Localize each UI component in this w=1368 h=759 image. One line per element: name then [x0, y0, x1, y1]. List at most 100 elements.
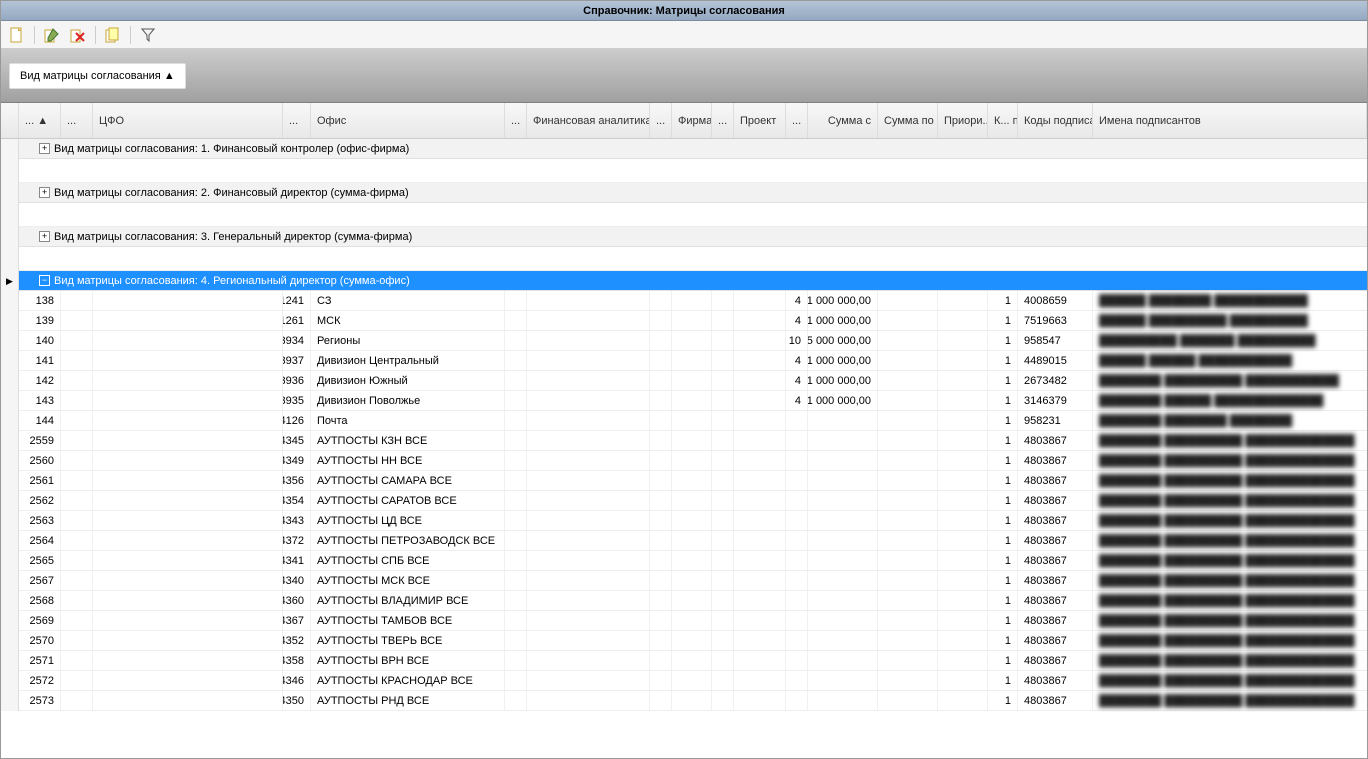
group-by-panel[interactable]: Вид матрицы согласования ▲ — [1, 49, 1367, 103]
group-row[interactable]: +Вид матрицы согласования: 3. Генеральны… — [19, 227, 1367, 247]
table-row[interactable]: 1381241СЗ41 000 000,0014008659██████ ███… — [1, 291, 1367, 311]
table-row[interactable]: 1433935Дивизион Поволжье41 000 000,00131… — [1, 391, 1367, 411]
cell-name: ████████ ██████████ ██████████████ — [1093, 651, 1367, 670]
cell-dots5 — [712, 311, 734, 330]
cell-sumpo — [878, 471, 938, 490]
cell-dots6 — [786, 411, 808, 430]
row-indicator — [1, 183, 19, 203]
header-id[interactable]: ... ▲ — [19, 103, 61, 138]
cell-dots5 — [712, 471, 734, 490]
table-row[interactable]: 1391261МСК41 000 000,0017519663██████ ██… — [1, 311, 1367, 331]
cell-dots4 — [650, 311, 672, 330]
cell-priority — [938, 451, 988, 470]
cell-dots4 — [650, 371, 672, 390]
table-row[interactable]: 1413937Дивизион Центральный41 000 000,00… — [1, 351, 1367, 371]
row-indicator — [1, 651, 19, 671]
cell-dots1 — [61, 371, 93, 390]
cell-project — [734, 611, 786, 630]
cell-dots4 — [650, 391, 672, 410]
table-row[interactable]: 25714358АУТПОСТЫ ВРН ВСЕ14803867████████… — [1, 651, 1367, 671]
table-row[interactable]: 25604349АУТПОСТЫ НН ВСЕ14803867████████ … — [1, 451, 1367, 471]
cell-firma — [672, 371, 712, 390]
table-row[interactable]: 25644372АУТПОСТЫ ПЕТРОЗАВОДСК ВСЕ1480386… — [1, 531, 1367, 551]
cell-kody: 4803867 — [1018, 691, 1093, 710]
cell-sumpo — [878, 591, 938, 610]
expand-icon[interactable]: + — [39, 187, 50, 198]
group-by-chip[interactable]: Вид матрицы согласования ▲ — [9, 63, 186, 89]
header-project[interactable]: Проект — [734, 103, 786, 138]
edit-button[interactable] — [40, 24, 64, 46]
table-row[interactable]: 1423936Дивизион Южный41 000 000,00126734… — [1, 371, 1367, 391]
header-dots2[interactable]: ... — [283, 103, 311, 138]
table-row[interactable]: 25654341АУТПОСТЫ СПБ ВСЕ14803867████████… — [1, 551, 1367, 571]
table-row[interactable]: 25734350АУТПОСТЫ РНД ВСЕ14803867████████… — [1, 691, 1367, 711]
header-kody[interactable]: Коды подписантов — [1018, 103, 1093, 138]
cell-dots6: 4 — [786, 351, 808, 370]
table-row[interactable]: 25624354АУТПОСТЫ САРАТОВ ВСЕ14803867████… — [1, 491, 1367, 511]
cell-sumpo — [878, 551, 938, 570]
table-row[interactable]: 25724346АУТПОСТЫ КРАСНОДАР ВСЕ14803867██… — [1, 671, 1367, 691]
collapse-icon[interactable]: − — [39, 275, 50, 286]
cell-kody: 4803867 — [1018, 591, 1093, 610]
table-row[interactable]: 25684360АУТПОСТЫ ВЛАДИМИР ВСЕ14803867███… — [1, 591, 1367, 611]
header-sumpo[interactable]: Сумма по — [878, 103, 938, 138]
cell-cfo — [93, 291, 283, 310]
row-indicator — [1, 227, 19, 247]
cell-firma — [672, 511, 712, 530]
table-row[interactable]: 25704352АУТПОСТЫ ТВЕРЬ ВСЕ14803867██████… — [1, 631, 1367, 651]
header-priority[interactable]: Приори... — [938, 103, 988, 138]
cell-kody: 4803867 — [1018, 571, 1093, 590]
cell-firma — [672, 351, 712, 370]
table-row[interactable]: 25674340АУТПОСТЫ МСК ВСЕ14803867████████… — [1, 571, 1367, 591]
header-office[interactable]: Офис — [311, 103, 505, 138]
new-button[interactable] — [5, 24, 29, 46]
expand-icon[interactable]: + — [39, 231, 50, 242]
delete-button[interactable] — [66, 24, 90, 46]
cell-priority — [938, 391, 988, 410]
cell-dots6 — [786, 591, 808, 610]
group-row[interactable]: −Вид матрицы согласования: 4. Региональн… — [19, 271, 1367, 291]
table-row[interactable]: 25594345АУТПОСТЫ КЗН ВСЕ14803867████████… — [1, 431, 1367, 451]
cell-kp: 1 — [988, 331, 1018, 350]
copy-button[interactable] — [101, 24, 125, 46]
cell-sumc — [808, 631, 878, 650]
cell-dots3 — [505, 431, 527, 450]
cell-cfo — [93, 611, 283, 630]
data-grid[interactable]: ... ▲ ... ЦФО ... Офис ... Финансовая ан… — [1, 103, 1367, 758]
expand-icon[interactable]: + — [39, 143, 50, 154]
header-names[interactable]: Имена подписантов — [1093, 103, 1367, 138]
app-window: Справочник: Матрицы согласования Вид мат… — [0, 0, 1368, 759]
table-row[interactable]: 25694367АУТПОСТЫ ТАМБОВ ВСЕ14803867█████… — [1, 611, 1367, 631]
cell-sumpo — [878, 391, 938, 410]
cell-id: 2568 — [19, 591, 61, 610]
header-dots1[interactable]: ... — [61, 103, 93, 138]
cell-dots6: 4 — [786, 311, 808, 330]
header-sumc[interactable]: Сумма с — [808, 103, 878, 138]
table-row[interactable]: 1403934Регионы105 000 000,001958547█████… — [1, 331, 1367, 351]
filter-button[interactable] — [136, 24, 160, 46]
table-row[interactable]: 25634343АУТПОСТЫ ЦД ВСЕ14803867████████ … — [1, 511, 1367, 531]
header-dots4[interactable]: ... — [650, 103, 672, 138]
cell-kody: 4803867 — [1018, 491, 1093, 510]
cell-kp: 1 — [988, 671, 1018, 690]
header-cfo[interactable]: ЦФО — [93, 103, 283, 138]
header-finan[interactable]: Финансовая аналитика — [527, 103, 650, 138]
cell-office: АУТПОСТЫ ЦД ВСЕ — [311, 511, 505, 530]
cell-id: 2565 — [19, 551, 61, 570]
group-row[interactable]: +Вид матрицы согласования: 2. Финансовый… — [19, 183, 1367, 203]
cell-kp: 1 — [988, 371, 1018, 390]
header-dots6[interactable]: ... — [786, 103, 808, 138]
header-kp[interactable]: К... п... — [988, 103, 1018, 138]
cell-dots6 — [786, 431, 808, 450]
header-dots3[interactable]: ... — [505, 103, 527, 138]
table-row[interactable]: 25614356АУТПОСТЫ САМАРА ВСЕ14803867█████… — [1, 471, 1367, 491]
cell-kp: 1 — [988, 291, 1018, 310]
cell-priority — [938, 471, 988, 490]
cell-sumc: 5 000 000,00 — [808, 331, 878, 350]
table-row[interactable]: 1444126Почта1958231████████ ████████ ███… — [1, 411, 1367, 431]
group-row[interactable]: +Вид матрицы согласования: 1. Финансовый… — [19, 139, 1367, 159]
cell-firma — [672, 471, 712, 490]
header-dots5[interactable]: ... — [712, 103, 734, 138]
header-firma[interactable]: Фирма — [672, 103, 712, 138]
cell-office-code: 1261 — [283, 311, 311, 330]
